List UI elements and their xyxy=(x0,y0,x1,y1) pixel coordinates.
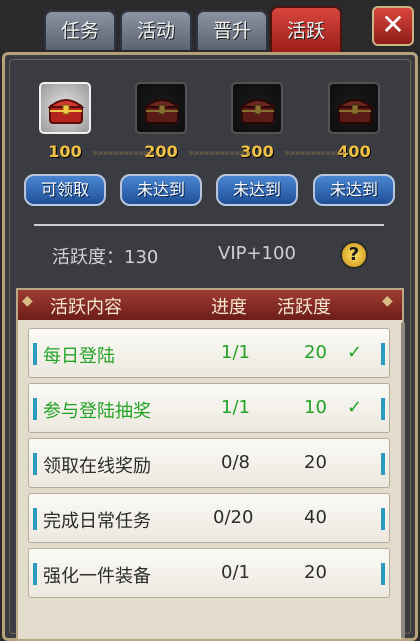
row-name: 完成日常任务 xyxy=(43,511,151,532)
chest-icon xyxy=(48,99,84,124)
row-progress: 0/20 xyxy=(213,507,254,528)
row-points: 10 xyxy=(304,397,327,418)
table-row: 每日登陆 1/1 20 ✓ xyxy=(28,328,390,378)
close-icon: ✕ xyxy=(381,8,405,41)
claim-button-100[interactable]: 可领取 xyxy=(24,174,106,206)
table-row: 完成日常任务 0/20 40 xyxy=(28,493,390,543)
table-row: 领取在线奖励 0/8 20 xyxy=(28,438,390,488)
close-button[interactable]: ✕ xyxy=(372,6,414,46)
tab-tasks[interactable]: 任务 xyxy=(44,10,116,50)
header-points: 活跃度 xyxy=(277,297,331,318)
claim-button-400[interactable]: 未达到 xyxy=(313,174,395,206)
row-name: 领取在线奖励 xyxy=(43,456,151,477)
chest-icon xyxy=(144,99,180,124)
row-points: 20 xyxy=(304,562,327,583)
divider xyxy=(34,224,384,226)
row-name: 参与登陆抽奖 xyxy=(43,401,151,422)
row-points: 40 xyxy=(304,507,327,528)
tab-events[interactable]: 活动 xyxy=(120,10,192,50)
row-points: 20 xyxy=(304,452,327,473)
progress-arrows-icon: »»»»»»»»»»»» xyxy=(284,148,346,159)
table-row: 强化一件装备 0/1 20 xyxy=(28,548,390,598)
help-icon[interactable]: ? xyxy=(340,241,368,269)
tab-bar: 任务 活动 晋升 活跃 xyxy=(44,6,344,52)
row-progress: 1/1 xyxy=(221,397,250,418)
chest-400[interactable] xyxy=(328,82,380,134)
ornament-icon: ◆ xyxy=(382,293,393,309)
vip-bonus: VIP+100 xyxy=(218,243,296,264)
chest-icon xyxy=(337,99,373,124)
header-content: 活跃内容 xyxy=(50,297,122,318)
milestone-label: 100 xyxy=(48,142,82,161)
check-icon: ✓ xyxy=(347,342,363,363)
header-progress: 进度 xyxy=(211,297,247,318)
chest-200[interactable] xyxy=(135,82,187,134)
tab-promotion[interactable]: 晋升 xyxy=(196,10,268,50)
progress-arrows-icon: »»»»»»»»»»»» xyxy=(92,148,154,159)
row-name: 每日登陆 xyxy=(43,346,115,367)
row-progress: 1/1 xyxy=(221,342,250,363)
ornament-icon: ◆ xyxy=(22,293,33,309)
row-progress: 0/1 xyxy=(221,562,250,583)
scrollbar[interactable] xyxy=(401,323,405,638)
progress-arrows-icon: »»»»»»»»»»»» xyxy=(188,148,250,159)
claim-button-300[interactable]: 未达到 xyxy=(216,174,298,206)
check-icon: ✓ xyxy=(347,397,363,418)
tab-activity[interactable]: 活跃 xyxy=(270,6,342,52)
table-header: ◆ 活跃内容 进度 活跃度 ◆ xyxy=(18,290,402,320)
activity-score: 活跃度：130 xyxy=(52,247,159,268)
chest-100[interactable] xyxy=(39,82,91,134)
chest-row xyxy=(0,82,420,138)
row-points: 20 xyxy=(304,342,327,363)
chest-300[interactable] xyxy=(231,82,283,134)
row-progress: 0/8 xyxy=(221,452,250,473)
row-name: 强化一件装备 xyxy=(43,566,151,587)
chest-icon xyxy=(240,99,276,124)
claim-button-200[interactable]: 未达到 xyxy=(120,174,202,206)
table-row: 参与登陆抽奖 1/1 10 ✓ xyxy=(28,383,390,433)
